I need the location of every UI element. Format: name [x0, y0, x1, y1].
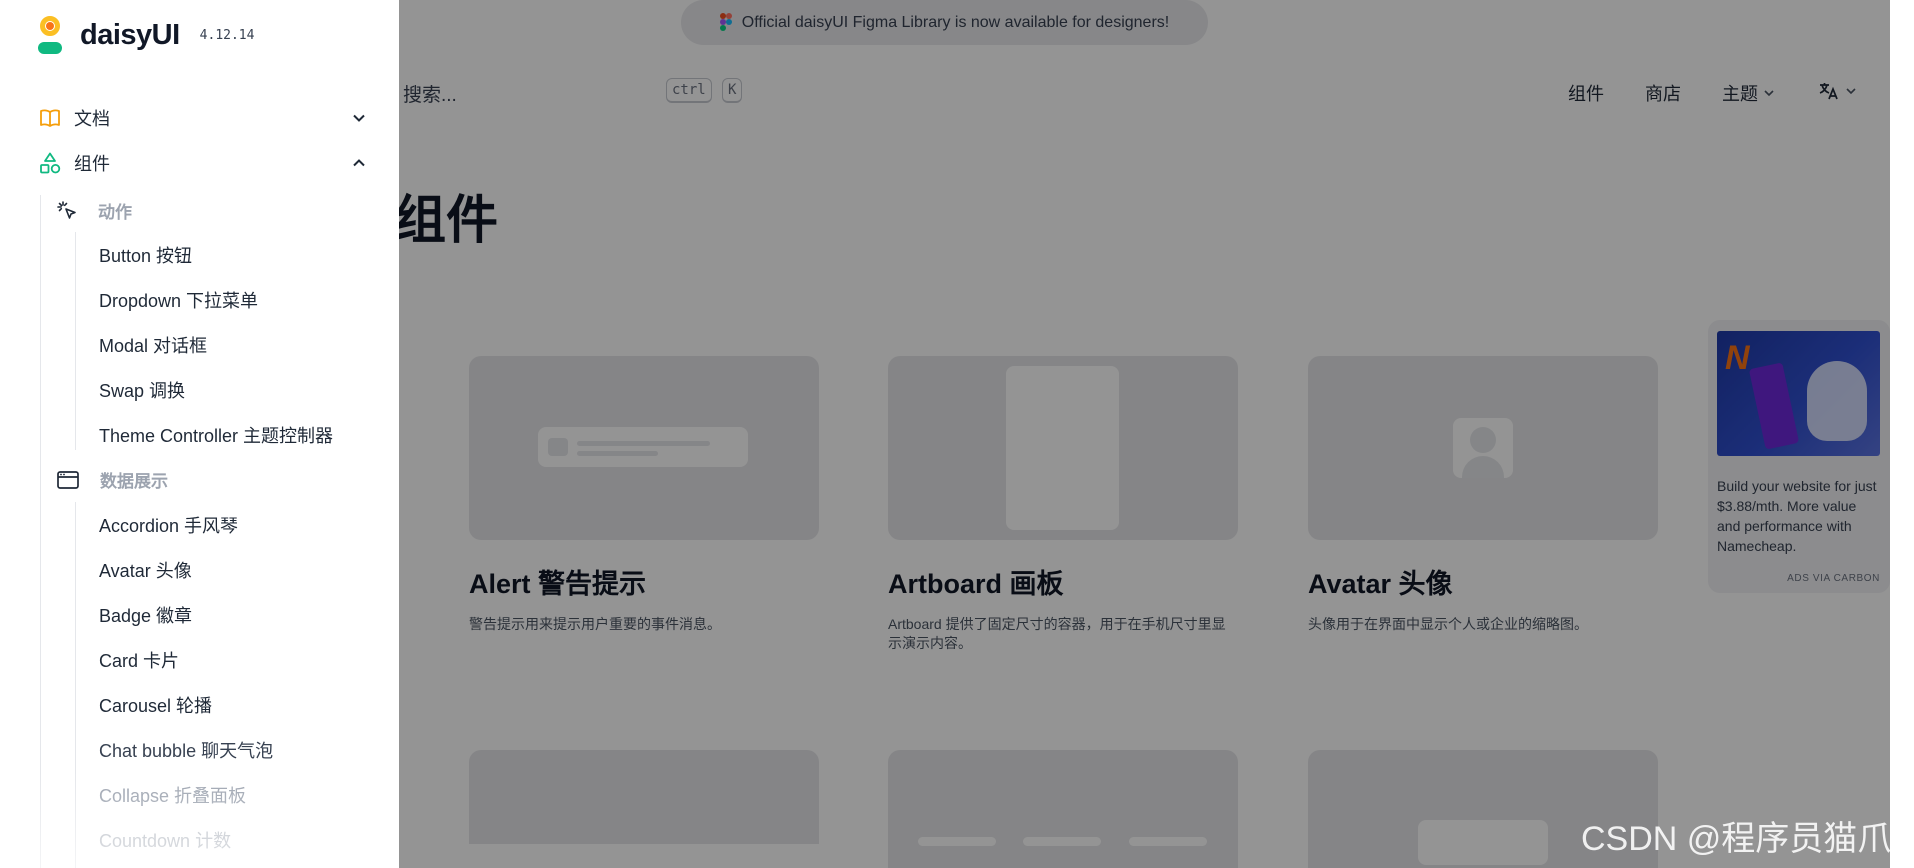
section-actions: 动作	[56, 198, 132, 223]
version-label[interactable]: 4.12.14	[200, 28, 255, 43]
sidebar-item-carousel[interactable]: Carousel 轮播	[99, 692, 212, 718]
sidebar-item-badge[interactable]: Badge 徽章	[99, 602, 192, 628]
sidebar-drawer: daisyUI 4.12.14 文档 组件 动作 Button 按钮 Dropd…	[0, 0, 399, 868]
sidebar-item-docs[interactable]: 文档	[38, 105, 368, 131]
logo[interactable]: daisyUI 4.12.14	[36, 14, 254, 56]
section-label: 动作	[98, 203, 132, 222]
sidebar-item-label: 文档	[74, 109, 110, 129]
sidebar-item-button[interactable]: Button 按钮	[99, 242, 192, 268]
sidebar-item-dropdown[interactable]: Dropdown 下拉菜单	[99, 287, 258, 313]
sidebar-item-chat-bubble[interactable]: Chat bubble 聊天气泡	[99, 737, 273, 763]
tree-guide-line	[40, 195, 41, 868]
chevron-down-icon	[353, 114, 365, 122]
scrollbar-track[interactable]	[1890, 0, 1914, 868]
tree-guide-line	[75, 502, 76, 868]
shapes-icon	[40, 152, 61, 174]
section-data-display: 数据展示	[56, 467, 168, 492]
sidebar-item-label: 组件	[74, 154, 110, 174]
chevron-up-icon	[353, 159, 365, 167]
section-label: 数据展示	[100, 472, 168, 491]
book-icon	[40, 109, 60, 127]
sidebar-item-modal[interactable]: Modal 对话框	[99, 332, 207, 358]
sidebar-item-countdown[interactable]: Countdown 计数	[99, 827, 231, 853]
sidebar-item-collapse[interactable]: Collapse 折叠面板	[99, 782, 246, 808]
cursor-click-icon	[57, 200, 76, 219]
sidebar-item-accordion[interactable]: Accordion 手风琴	[99, 512, 238, 538]
sidebar-item-components[interactable]: 组件	[38, 150, 368, 176]
sidebar-item-avatar[interactable]: Avatar 头像	[99, 557, 192, 583]
sidebar-item-swap[interactable]: Swap 调换	[99, 377, 185, 403]
tree-guide-line	[75, 232, 76, 450]
logo-text: daisyUI	[80, 18, 180, 51]
sidebar-item-card[interactable]: Card 卡片	[99, 647, 179, 673]
daisyui-logo-icon	[36, 14, 64, 56]
window-icon	[57, 470, 79, 489]
watermark: CSDN @程序员猫爪	[1581, 820, 1892, 858]
sidebar-item-theme-controller[interactable]: Theme Controller 主题控制器	[99, 422, 333, 448]
